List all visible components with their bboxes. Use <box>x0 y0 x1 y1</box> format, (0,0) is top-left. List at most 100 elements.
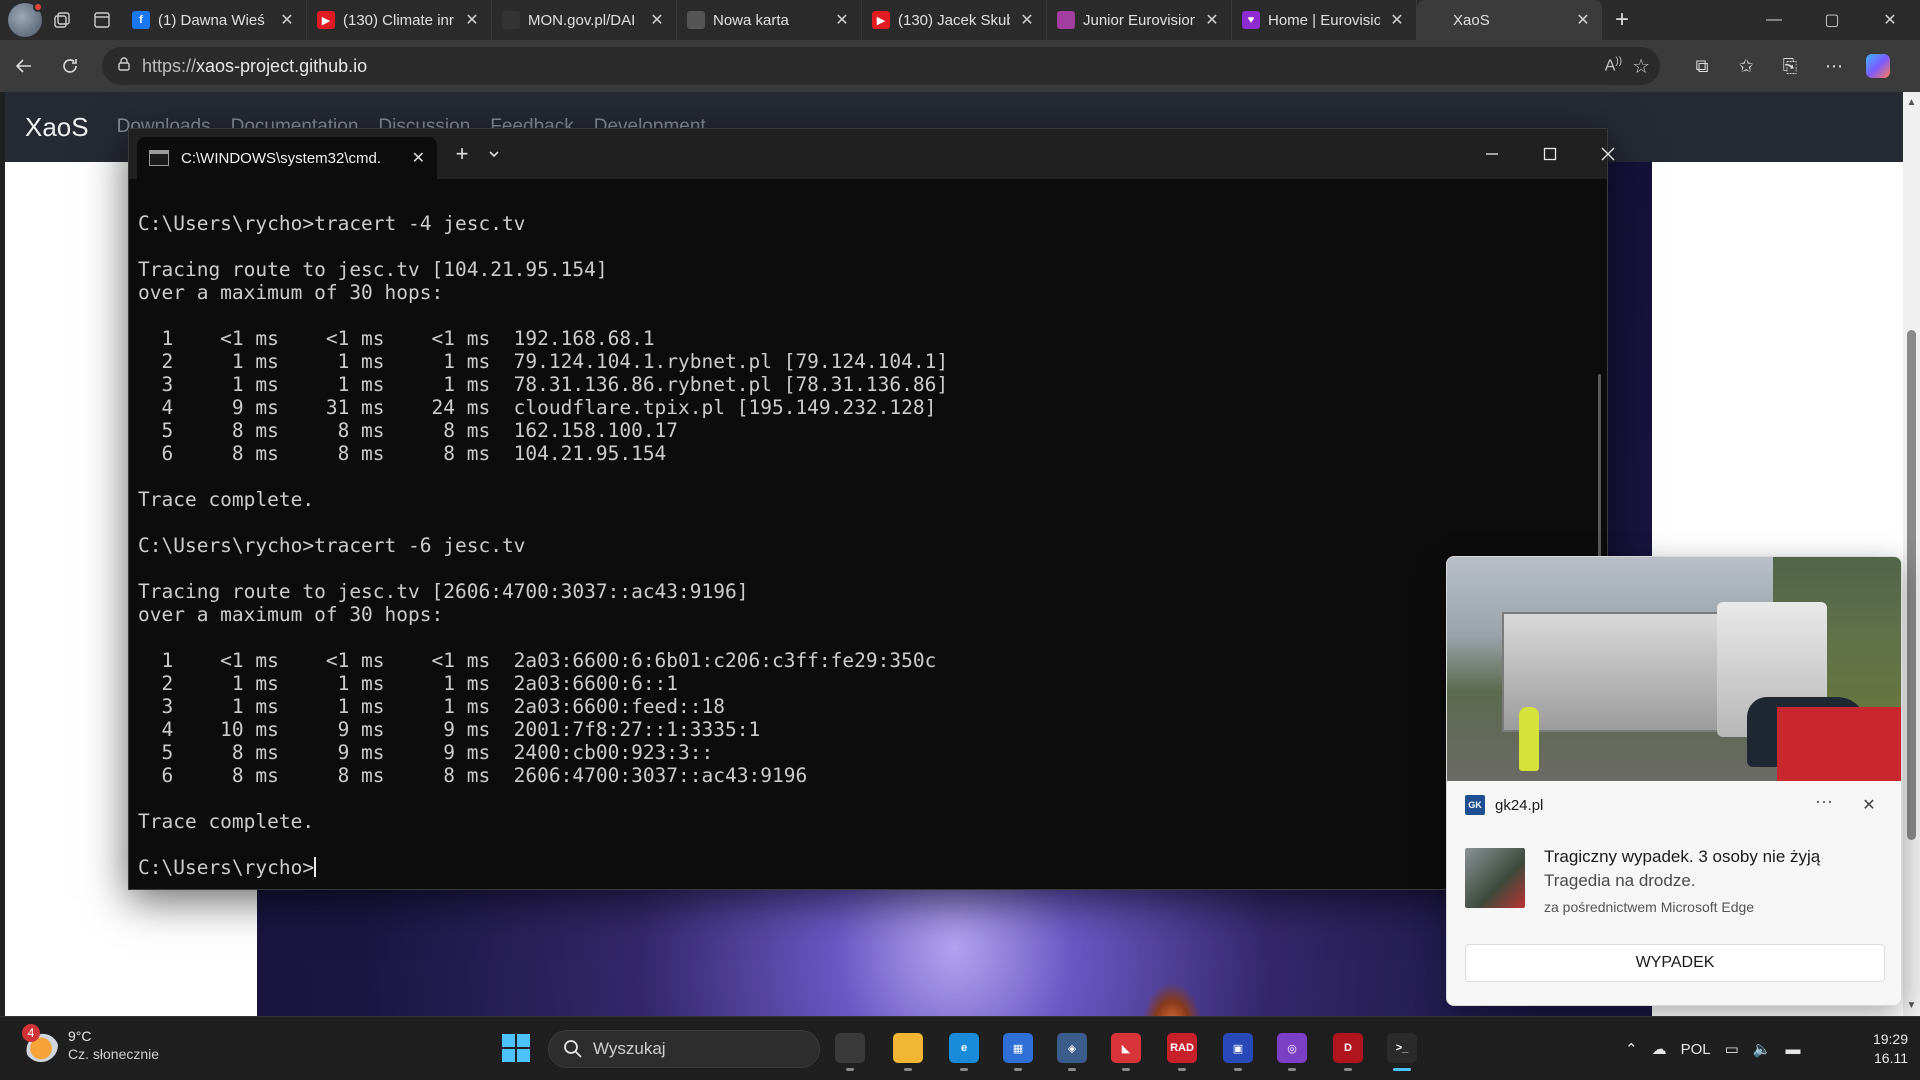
close-tab-icon[interactable]: ✕ <box>833 10 851 30</box>
notification-subtitle: Tragedia na drodze. <box>1544 871 1696 890</box>
taskbar-app-d-app[interactable]: D <box>1326 1025 1370 1071</box>
terminal-prompt-line[interactable]: C:\Users\rycho> <box>138 856 1578 879</box>
taskbar-app-edge[interactable]: e <box>942 1025 986 1071</box>
display-icon[interactable]: ▭ <box>1725 1040 1739 1058</box>
file-explorer-icon <box>893 1033 923 1063</box>
terminal-line: 6 8 ms 8 ms 8 ms 2606:4700:3037::ac43:91… <box>138 764 808 787</box>
terminal-line: 1 <1 ms <1 ms <1 ms 192.168.68.1 <box>138 327 655 350</box>
chevron-down-icon[interactable] <box>479 137 509 171</box>
taskbar-app-microsoft-store[interactable]: ▦ <box>996 1025 1040 1071</box>
browser-tab-2[interactable]: MON.gov.pl/DAI ✕ <box>492 0 677 40</box>
page-scrollbar[interactable]: ▲ ▼ <box>1903 92 1920 1016</box>
start-button[interactable] <box>494 1025 538 1071</box>
scroll-down-arrow[interactable]: ▼ <box>1903 997 1920 1014</box>
extensions-icon[interactable]: ⧉ <box>1680 44 1724 88</box>
terminal-line: over a maximum of 30 hops: <box>138 281 444 304</box>
running-indicator <box>1178 1068 1186 1071</box>
taskbar-app-flag-app[interactable]: ◣ <box>1104 1025 1148 1071</box>
close-tab-icon[interactable]: ✕ <box>648 10 666 30</box>
close-window-button[interactable]: ✕ <box>1862 0 1918 40</box>
terminal-line: Trace complete. <box>138 810 315 833</box>
terminal-minimize-button[interactable] <box>1463 129 1521 179</box>
refresh-button[interactable] <box>48 44 92 88</box>
taskbar-app-task-view[interactable] <box>828 1025 872 1071</box>
terminal-window: C:\WINDOWS\system32\cmd. ✕ + C:\Users\ry… <box>128 128 1615 890</box>
language-indicator[interactable]: POL <box>1681 1041 1711 1058</box>
terminal-line: over a maximum of 30 hops: <box>138 603 444 626</box>
address-input[interactable]: https://xaos-project.github.io A)) ☆ <box>102 47 1660 85</box>
terminal-new-tab-button[interactable]: + <box>445 137 479 171</box>
browser-tab-1[interactable]: ▶ (130) Climate inr ✕ <box>307 0 492 40</box>
close-tab-icon[interactable]: ✕ <box>1574 10 1592 30</box>
terminal-line: 4 9 ms 31 ms 24 ms cloudflare.tpix.pl [1… <box>138 396 937 419</box>
terminal-maximize-button[interactable] <box>1521 129 1579 179</box>
close-tab-icon[interactable]: ✕ <box>1388 10 1406 30</box>
running-indicator <box>1014 1068 1022 1071</box>
browser-tab-0[interactable]: f (1) Dawna Wieś ✕ <box>122 0 307 40</box>
terminal-line: 5 8 ms 9 ms 9 ms 2400:cb00:923:3:: <box>138 741 714 764</box>
site-brand[interactable]: XaoS <box>25 112 89 143</box>
notification-via: za pośrednictwem Microsoft Edge <box>1544 899 1755 915</box>
terminal-tab-title: C:\WINDOWS\system32\cmd. <box>181 149 382 167</box>
close-tab-icon[interactable]: ✕ <box>412 148 425 168</box>
new-tab-button[interactable]: + <box>1602 0 1642 40</box>
close-tab-icon[interactable]: ✕ <box>463 10 481 30</box>
taskbar-app-terminal[interactable]: >_ <box>1380 1025 1424 1071</box>
terminal-tab[interactable]: C:\WINDOWS\system32\cmd. ✕ <box>137 137 437 179</box>
close-tab-icon[interactable]: ✕ <box>1018 10 1036 30</box>
browser-tab-6[interactable]: ♥ Home | Eurovisio ✕ <box>1232 0 1417 40</box>
close-tab-icon[interactable]: ✕ <box>278 10 296 30</box>
notification-close-icon[interactable]: ✕ <box>1857 793 1881 817</box>
notification-more-icon[interactable]: ··· <box>1809 792 1839 817</box>
taskbar-search[interactable]: Wyszukaj <box>548 1030 820 1068</box>
onedrive-icon[interactable]: ☁ <box>1652 1040 1667 1058</box>
notification-toast[interactable]: GK gk24.pl ··· ✕ Tragiczny wypadek. 3 os… <box>1446 556 1902 1006</box>
running-indicator <box>1068 1068 1076 1071</box>
favorites-icon[interactable]: ✩ <box>1724 44 1768 88</box>
favorite-star-icon[interactable]: ☆ <box>1632 54 1650 79</box>
close-tab-icon[interactable]: ✕ <box>1203 10 1221 30</box>
scroll-up-arrow[interactable]: ▲ <box>1903 94 1920 111</box>
profile-avatar[interactable] <box>8 2 43 37</box>
read-aloud-icon[interactable]: A)) <box>1605 56 1622 75</box>
taskbar-app-file-explorer[interactable] <box>886 1025 930 1071</box>
terminal-titlebar: C:\WINDOWS\system32\cmd. ✕ + <box>129 129 1615 179</box>
tab-actions-icon[interactable] <box>82 0 122 40</box>
collections-icon[interactable]: ⎘ <box>1768 44 1812 88</box>
volume-icon[interactable]: 🔈 <box>1753 1040 1772 1058</box>
weather-widget[interactable]: 4 9°C Cz. słonecznie <box>22 1024 159 1063</box>
back-button[interactable] <box>2 44 46 88</box>
taskbar-app-floppy-app[interactable]: ▣ <box>1216 1025 1260 1071</box>
workspaces-icon[interactable] <box>42 0 82 40</box>
youtube-icon: ▶ <box>317 11 335 29</box>
notification-title: Tragiczny wypadek. 3 osoby nie żyją <box>1544 847 1821 866</box>
browser-tab-bar: f (1) Dawna Wieś ✕ ▶ (130) Climate inr ✕ MON.g… <box>0 0 1920 40</box>
browser-tab-7[interactable]: XaoS ✕ <box>1417 0 1602 40</box>
url-host: xaos-project.github.io <box>196 55 368 76</box>
more-menu-icon[interactable]: ⋯ <box>1812 44 1856 88</box>
clock[interactable]: 19:29 16.11 <box>1856 1030 1908 1068</box>
terminal-line: 3 1 ms 1 ms 1 ms 2a03:6600:feed::18 <box>138 695 725 718</box>
copilot-icon[interactable] <box>1856 44 1900 88</box>
running-indicator <box>1393 1068 1411 1071</box>
terminal-output[interactable]: C:\Users\rycho>tracert -4 jesc.tv Tracing… <box>138 189 1578 879</box>
browser-tab-4[interactable]: ▶ (130) Jacek Skub ✕ <box>862 0 1047 40</box>
maximize-button[interactable]: ▢ <box>1804 0 1860 40</box>
taskbar-app-github-desktop[interactable]: ◎ <box>1270 1025 1314 1071</box>
terminal-close-button[interactable] <box>1579 129 1637 179</box>
notification-action-button[interactable]: WYPADEK <box>1465 944 1885 982</box>
eurovision-icon: ♥ <box>1242 11 1260 29</box>
browser-tab-title: XaoS <box>1453 11 1490 29</box>
show-hidden-icons-icon[interactable]: ⌃ <box>1625 1040 1638 1058</box>
browser-tab-3[interactable]: Nowa karta ✕ <box>677 0 862 40</box>
browser-tab-5[interactable]: Junior Eurovision ✕ <box>1047 0 1232 40</box>
taskbar-app-virtualbox[interactable]: ◈ <box>1050 1025 1094 1071</box>
terminal-line: Trace complete. <box>138 488 315 511</box>
taskbar-app-rad-app[interactable]: RAD <box>1160 1025 1204 1071</box>
minimize-button[interactable]: — <box>1746 0 1802 40</box>
fractal-detail <box>1142 982 1202 1016</box>
scrollbar-thumb[interactable] <box>1907 330 1916 840</box>
battery-icon[interactable]: ▬ <box>1785 1041 1800 1058</box>
